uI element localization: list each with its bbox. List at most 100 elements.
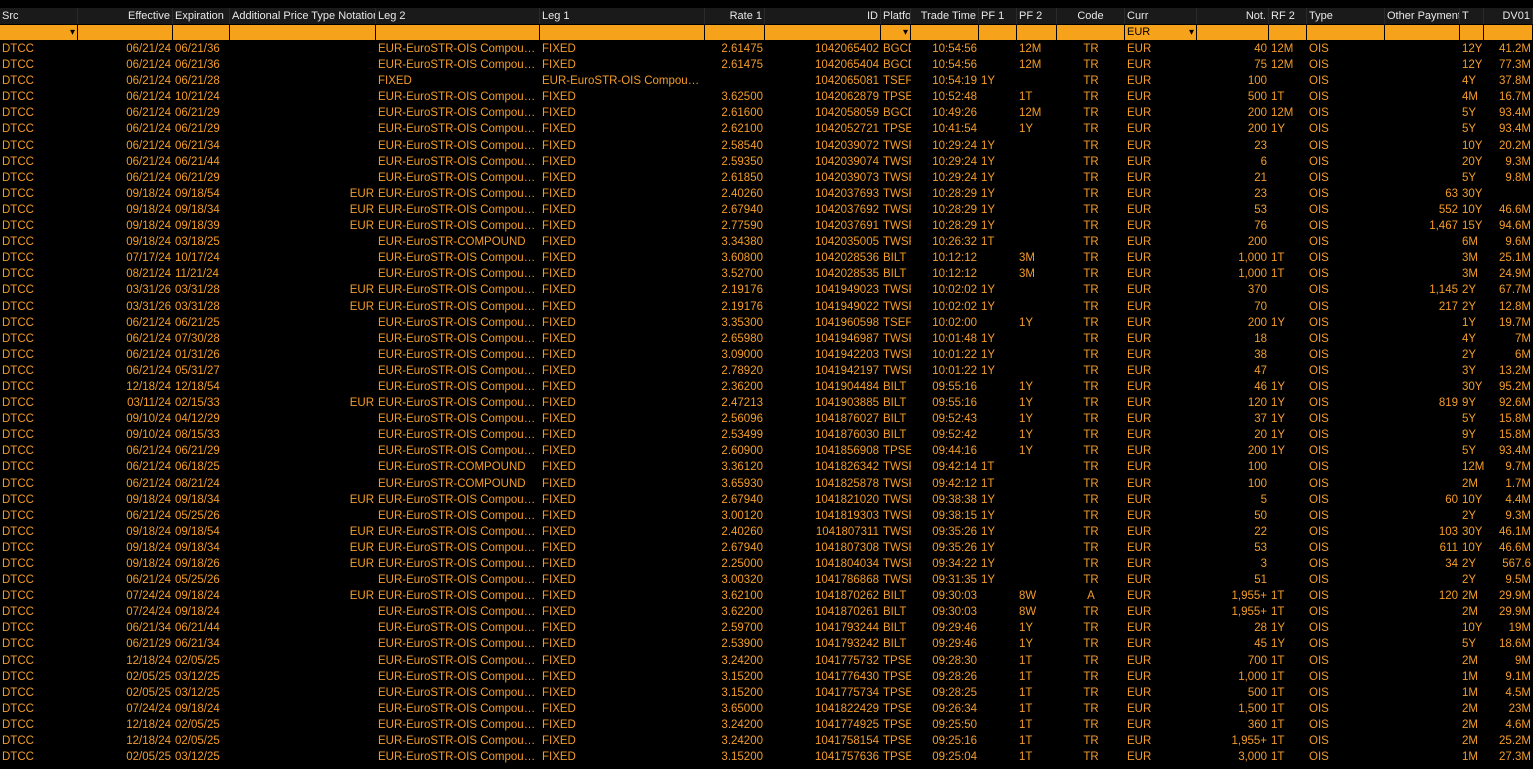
table-row[interactable]: DTCC 09/18/24 09/18/39 EUR EUR-EuroSTR-OIS C… <box>0 218 1533 234</box>
filter-leg1[interactable] <box>540 25 705 40</box>
filter-rate1[interactable] <box>705 25 765 40</box>
table-row[interactable]: DTCC 12/18/24 12/18/54 EUR-EuroSTR-OIS Comp… <box>0 379 1533 395</box>
header-pf2[interactable]: PF 2 <box>1017 8 1057 24</box>
table-row[interactable]: DTCC 06/21/24 06/21/36 EUR-EuroSTR-OIS Comp… <box>0 41 1533 57</box>
cell-src: DTCC <box>2 187 34 200</box>
table-row[interactable]: DTCC 06/21/24 08/21/24 EUR-EuroSTR-COMPOUND… <box>0 476 1533 492</box>
table-row[interactable]: DTCC 12/18/24 02/05/25 EUR-EuroSTR-OIS Comp… <box>0 653 1533 669</box>
table-row[interactable]: DTCC 09/18/24 09/18/34 EUR EUR-EuroSTR-OIS C… <box>0 492 1533 508</box>
table-row[interactable]: DTCC 03/31/26 03/31/28 EUR EUR-EuroSTR-OIS C… <box>0 299 1533 315</box>
table-row[interactable]: DTCC 06/21/24 01/31/26 EUR-EuroSTR-OIS Comp… <box>0 347 1533 363</box>
table-row[interactable]: DTCC 06/21/29 06/21/34 EUR-EuroSTR-OIS Comp… <box>0 636 1533 652</box>
table-row[interactable]: DTCC 09/10/24 04/12/29 EUR-EuroSTR-OIS Comp… <box>0 411 1533 427</box>
header-src[interactable]: Src <box>0 8 78 24</box>
table-row[interactable]: DTCC 06/21/24 10/21/24 EUR-EuroSTR-OIS Comp… <box>0 89 1533 105</box>
filter-rf2[interactable] <box>1269 25 1307 40</box>
table-row[interactable]: DTCC 02/05/25 03/12/25 EUR-EuroSTR-OIS Comp… <box>0 669 1533 685</box>
filter-pf2[interactable] <box>1017 25 1057 40</box>
header-leg2[interactable]: Leg 2 <box>376 8 540 24</box>
filter-not[interactable] <box>1197 25 1269 40</box>
cell-rf2: 1Y <box>1271 413 1286 426</box>
filter-effective[interactable] <box>78 25 173 40</box>
filter-leg2[interactable] <box>376 25 540 40</box>
filter-expiration[interactable] <box>173 25 230 40</box>
cell-expiration: 03/12/25 <box>175 751 220 764</box>
header-rf2[interactable]: RF 2 <box>1269 8 1307 24</box>
table-row[interactable]: DTCC 12/18/24 02/05/25 EUR-EuroSTR-OIS Comp… <box>0 717 1533 733</box>
table-row[interactable]: DTCC 06/21/34 06/21/44 EUR-EuroSTR-OIS Comp… <box>0 620 1533 636</box>
table-row[interactable]: DTCC 02/05/25 03/12/25 EUR-EuroSTR-OIS Comp… <box>0 749 1533 765</box>
cell-type: OIS <box>1309 236 1329 249</box>
table-row[interactable]: DTCC 06/21/24 06/21/29 EUR-EuroSTR-OIS Comp… <box>0 105 1533 121</box>
table-row[interactable]: DTCC 06/21/24 06/21/25 EUR-EuroSTR-OIS Comp… <box>0 315 1533 331</box>
header-leg1[interactable]: Leg 1 <box>540 8 705 24</box>
table-row[interactable]: DTCC 07/24/24 09/18/24 EUR-EuroSTR-OIS Comp… <box>0 701 1533 717</box>
header-platform[interactable]: Platform ID <box>881 8 911 24</box>
table-row[interactable]: DTCC 09/18/24 09/18/34 EUR EUR-EuroSTR-OIS C… <box>0 540 1533 556</box>
table-row[interactable]: DTCC 06/21/24 05/31/27 EUR-EuroSTR-OIS Comp… <box>0 363 1533 379</box>
cell-rf2: 1T <box>1271 606 1285 619</box>
header-rate1[interactable]: Rate 1 <box>705 8 765 24</box>
table-row[interactable]: DTCC 09/18/24 09/18/54 EUR EUR-EuroSTR-OIS C… <box>0 186 1533 202</box>
header-id[interactable]: ID <box>765 8 881 24</box>
filter-other[interactable] <box>1385 25 1460 40</box>
filter-platform[interactable] <box>881 25 911 40</box>
header-expiration[interactable]: Expiration <box>173 8 230 24</box>
table-row[interactable]: DTCC 06/21/24 05/25/26 EUR-EuroSTR-OIS Comp… <box>0 508 1533 524</box>
table-row[interactable]: DTCC 07/17/24 10/17/24 EUR-EuroSTR-OIS Comp… <box>0 250 1533 266</box>
header-not[interactable]: Not. <box>1197 8 1269 24</box>
table-row[interactable]: DTCC 09/18/24 09/18/34 EUR EUR-EuroSTR-OIS C… <box>0 202 1533 218</box>
filter-time[interactable] <box>911 25 979 40</box>
table-row[interactable]: DTCC 07/24/24 09/18/24 EUR EUR-EuroSTR-OIS C… <box>0 588 1533 604</box>
table-row[interactable]: DTCC 06/21/24 06/21/28 FIXED EUR-EuroSTR-OIS… <box>0 73 1533 89</box>
filter-dv01[interactable] <box>1484 25 1533 40</box>
cell-time: 10:26:32 <box>932 236 977 249</box>
table-row[interactable]: DTCC 06/21/24 06/21/29 EUR-EuroSTR-OIS Comp… <box>0 121 1533 137</box>
cell-id: 1041946987 <box>815 332 879 345</box>
table-row[interactable]: DTCC 09/18/24 09/18/54 EUR EUR-EuroSTR-OIS C… <box>0 524 1533 540</box>
filter-curr[interactable]: EUR <box>1125 25 1197 40</box>
cell-t: 5Y <box>1462 123 1477 136</box>
filter-id[interactable] <box>765 25 881 40</box>
header-addl[interactable]: Additional Price Type Notation <box>230 8 376 24</box>
cell-other <box>1385 717 1460 733</box>
cell-time: 10:01:22 <box>932 348 977 361</box>
header-curr[interactable]: Curr <box>1125 8 1197 24</box>
table-row[interactable]: DTCC 06/21/24 05/25/26 EUR-EuroSTR-OIS Comp… <box>0 572 1533 588</box>
cell-platform: TPSE <box>883 123 911 136</box>
table-row[interactable]: DTCC 08/21/24 11/21/24 EUR-EuroSTR-OIS Comp… <box>0 266 1533 282</box>
filter-code[interactable] <box>1057 25 1125 40</box>
table-row[interactable]: DTCC 09/10/24 08/15/33 EUR-EuroSTR-OIS Comp… <box>0 427 1533 443</box>
header-other[interactable]: Other Payment <box>1385 8 1460 24</box>
filter-addl[interactable] <box>230 25 376 40</box>
table-row[interactable]: DTCC 06/21/24 06/18/25 EUR-EuroSTR-COMPOUND… <box>0 459 1533 475</box>
table-row[interactable]: DTCC 06/21/24 06/21/29 EUR-EuroSTR-OIS Comp… <box>0 170 1533 186</box>
header-pf1[interactable]: PF 1 <box>979 8 1017 24</box>
table-row[interactable]: DTCC 02/05/25 03/12/25 EUR-EuroSTR-OIS Comp… <box>0 685 1533 701</box>
cell-id: 1042058059 <box>815 107 879 120</box>
header-type[interactable]: Type <box>1307 8 1385 24</box>
filter-pf1[interactable] <box>979 25 1017 40</box>
cell-expiration: 06/21/25 <box>175 316 220 329</box>
filter-type[interactable] <box>1307 25 1385 40</box>
header-t[interactable]: T <box>1460 8 1484 24</box>
filter-src[interactable] <box>0 25 78 40</box>
table-row[interactable]: DTCC 09/18/24 09/18/26 EUR EUR-EuroSTR-OIS C… <box>0 556 1533 572</box>
table-row[interactable]: DTCC 06/21/24 06/21/44 EUR-EuroSTR-OIS Comp… <box>0 154 1533 170</box>
table-row[interactable]: DTCC 06/21/24 06/21/29 EUR-EuroSTR-OIS Comp… <box>0 443 1533 459</box>
table-row[interactable]: DTCC 03/31/26 03/31/28 EUR EUR-EuroSTR-OIS C… <box>0 282 1533 298</box>
table-row[interactable]: DTCC 12/18/24 02/05/25 EUR-EuroSTR-OIS Comp… <box>0 733 1533 749</box>
header-dv01[interactable]: DV01 <box>1484 8 1533 24</box>
cell-type: OIS <box>1309 187 1329 200</box>
table-row[interactable]: DTCC 09/18/24 03/18/25 EUR-EuroSTR-COMPOUND… <box>0 234 1533 250</box>
header-code[interactable]: Code <box>1057 8 1125 24</box>
table-row[interactable]: DTCC 06/21/24 06/21/34 EUR-EuroSTR-OIS Comp… <box>0 138 1533 154</box>
cell-code: TR <box>1083 316 1099 329</box>
filter-t[interactable] <box>1460 25 1484 40</box>
header-effective[interactable]: Effective <box>78 8 173 24</box>
table-row[interactable]: DTCC 07/24/24 09/18/24 EUR-EuroSTR-OIS Comp… <box>0 604 1533 620</box>
header-time[interactable]: Trade Time <box>911 8 979 24</box>
table-row[interactable]: DTCC 03/11/24 02/15/33 EUR EUR-EuroSTR-OIS C… <box>0 395 1533 411</box>
table-row[interactable]: DTCC 06/21/24 07/30/28 EUR-EuroSTR-OIS Comp… <box>0 331 1533 347</box>
table-row[interactable]: DTCC 06/21/24 06/21/36 EUR-EuroSTR-OIS Comp… <box>0 57 1533 73</box>
